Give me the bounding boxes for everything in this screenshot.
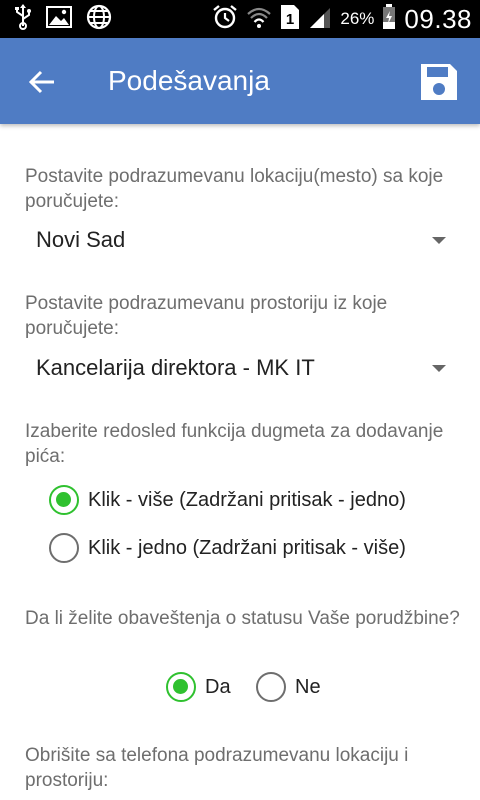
radio-label: Da (205, 675, 231, 698)
radio-option-click-one[interactable]: Klik - jedno (Zadržani pritisak - više) (49, 533, 406, 563)
dropdown-arrow-icon (432, 364, 446, 372)
usb-icon (14, 3, 32, 35)
clear-defaults-label: Obrišite sa telefona podrazumevanu lokac… (25, 745, 409, 791)
settings-content[interactable]: Postavite podrazumevanu lokaciju(mesto) … (0, 124, 480, 800)
radio-option-no[interactable]: Ne (256, 672, 321, 702)
room-label: Postavite podrazumevanu prostoriju iz ko… (25, 293, 388, 339)
wifi-icon (246, 5, 272, 34)
battery-percent: 26% (340, 9, 375, 28)
signal-icon (308, 5, 332, 34)
alarm-icon (212, 4, 238, 35)
battery-icon (382, 3, 396, 35)
radio-selected-icon[interactable] (49, 485, 79, 515)
radio-option-yes[interactable]: Da (166, 672, 231, 702)
radio-label: Klik - više (Zadržani pritisak - jedno) (88, 488, 406, 511)
radio-selected-icon[interactable] (166, 672, 196, 702)
globe-icon (86, 4, 112, 35)
status-bar: 1 26% 09.38 (0, 0, 480, 38)
page-title: Podešavanja (108, 65, 270, 96)
save-button[interactable] (418, 61, 460, 103)
radio-unselected-icon[interactable] (256, 672, 286, 702)
image-icon (46, 5, 72, 33)
radio-unselected-icon[interactable] (49, 533, 79, 563)
floppy-disk-icon (421, 64, 457, 100)
location-value: Novi Sad (36, 227, 126, 252)
radio-option-click-more[interactable]: Klik - više (Zadržani pritisak - jedno) (49, 485, 406, 515)
dropdown-arrow-icon (432, 236, 446, 244)
radio-label: Ne (295, 675, 321, 698)
arrow-left-icon (28, 70, 54, 94)
sim-icon: 1 (280, 4, 300, 35)
notifications-label: Da li želite obaveštenja o statusu Vaše … (25, 608, 460, 629)
location-select[interactable]: Novi Sad (25, 220, 455, 260)
location-label: Postavite podrazumevanu lokaciju(mesto) … (25, 166, 444, 212)
room-value: Kancelarija direktora - MK IT (36, 355, 315, 380)
sim-slot-number: 1 (286, 11, 294, 28)
room-select[interactable]: Kancelarija direktora - MK IT (25, 348, 455, 388)
back-button[interactable] (22, 62, 62, 102)
app-bar: Podešavanja (0, 38, 480, 124)
button-order-label: Izaberite redosled funkcija dugmeta za d… (25, 421, 444, 467)
radio-label: Klik - jedno (Zadržani pritisak - više) (88, 536, 406, 559)
clock-time: 09.38 (404, 3, 472, 34)
